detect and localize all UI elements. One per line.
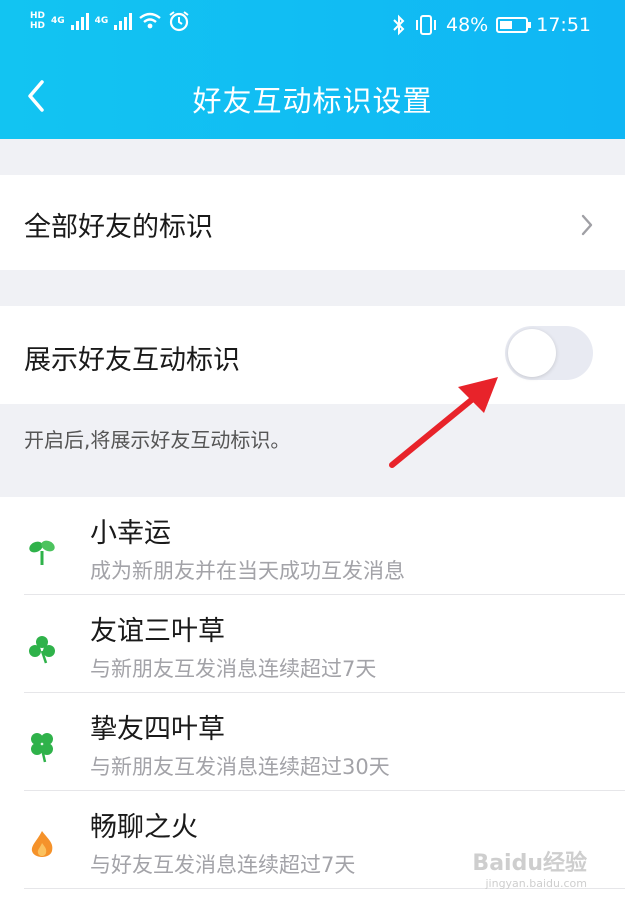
baidu-watermark: Baidu经验 jingyan.baidu.com <box>472 845 587 890</box>
badge-desc: 与好友互发消息连续超过7天 <box>90 853 356 877</box>
four-leaf-clover-icon <box>31 733 53 763</box>
chevron-right-icon <box>581 214 593 236</box>
wifi-icon <box>139 12 162 29</box>
flame-icon <box>31 831 53 857</box>
list-item: 挚友四叶草 与新朋友互发消息连续超过30天 <box>0 693 625 791</box>
battery-percent: 48% <box>446 14 489 36</box>
page-title: 好友互动标识设置 <box>192 84 433 118</box>
badge-desc: 与新朋友互发消息连续超过30天 <box>90 755 390 779</box>
hd-badge-top: HD <box>30 11 46 21</box>
badge-title: 挚友四叶草 <box>90 714 225 745</box>
signal-bars-1-icon <box>70 12 89 30</box>
badge-desc: 成为新朋友并在当天成功互发消息 <box>90 559 405 583</box>
hd-badge-bottom: HD <box>30 21 46 31</box>
badge-title: 畅聊之火 <box>90 812 198 843</box>
list-item: 小幸运 成为新朋友并在当天成功互发消息 <box>0 497 625 595</box>
hd-badges: HD HD <box>30 11 45 31</box>
badge-title: 小幸运 <box>90 518 171 549</box>
bluetooth-icon <box>393 14 405 36</box>
list-item: 友谊三叶草 与新朋友互发消息连续超过7天 <box>0 595 625 693</box>
badge-title: 友谊三叶草 <box>90 616 225 647</box>
clock-time: 17:51 <box>536 14 591 36</box>
watermark-url: jingyan.baidu.com <box>485 877 587 890</box>
show-badges-label: 展示好友互动标识 <box>24 345 240 376</box>
show-badges-hint: 开启后,将展示好友互动标识。 <box>24 428 291 452</box>
red-arrow-annotation-icon <box>389 377 498 468</box>
nav-bar: 好友互动标识设置 <box>0 62 625 130</box>
vibrate-icon <box>416 15 436 35</box>
signal1-label: 4G <box>51 16 65 26</box>
header: HD HD 4G 4G 48% 17:51 好友互动标识设置 <box>0 0 625 139</box>
battery-icon <box>496 17 532 33</box>
three-leaf-clover-icon <box>29 636 55 664</box>
show-badges-row: 展示好友互动标识 <box>0 306 625 404</box>
sprout-icon <box>29 540 55 565</box>
all-friends-badges-row[interactable]: 全部好友的标识 <box>0 175 625 270</box>
signal-bars-2-icon <box>114 12 133 30</box>
alarm-icon <box>169 11 189 32</box>
all-friends-badges-label: 全部好友的标识 <box>24 212 213 243</box>
watermark-brand: Baidu经验 <box>472 851 587 876</box>
signal2-label: 4G <box>94 16 109 26</box>
badge-desc: 与新朋友互发消息连续超过7天 <box>90 657 377 681</box>
status-bar: HD HD 4G 4G 48% 17:51 <box>0 0 625 52</box>
